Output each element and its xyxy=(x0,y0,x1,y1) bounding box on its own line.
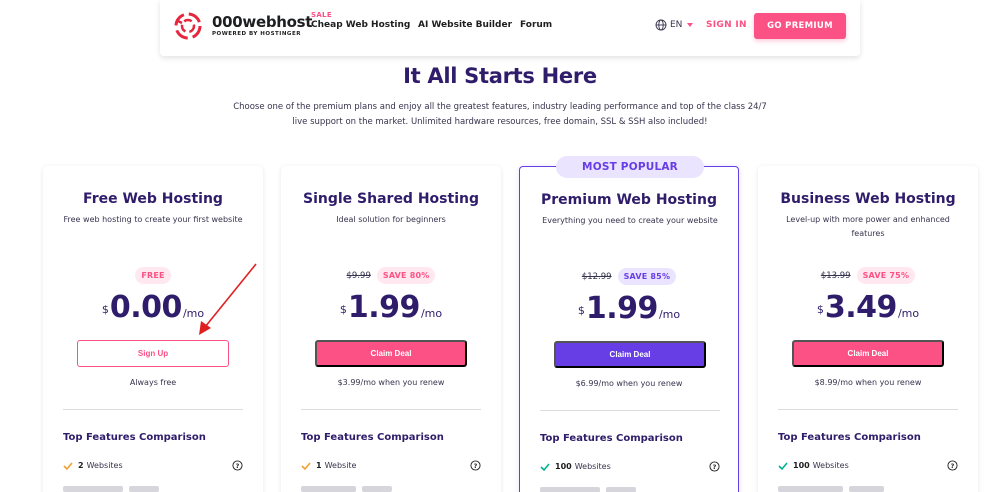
feature-count: 100 xyxy=(555,462,572,471)
price-period: /mo xyxy=(420,307,443,320)
plan-title: Business Web Hosting xyxy=(780,191,956,207)
renew-note: $6.99/mo when you renew xyxy=(575,379,683,388)
feature-websites: 2 Websites ? xyxy=(63,460,243,471)
price-amount: 3.49 xyxy=(824,290,898,325)
feature-websites: 100 Websites ? xyxy=(540,461,720,472)
svg-text:?: ? xyxy=(236,462,240,470)
feature-label: Website xyxy=(324,461,357,470)
logo-name: 000webhost xyxy=(212,12,313,31)
divider xyxy=(778,409,958,410)
help-circle-icon[interactable]: ? xyxy=(470,460,481,471)
divider xyxy=(301,409,481,410)
nav-cheap-web-hosting[interactable]: Cheap Web Hosting xyxy=(311,20,410,30)
feature-count: 100 xyxy=(793,461,810,470)
svg-text:?: ? xyxy=(713,463,717,471)
most-popular-badge: MOST POPULAR xyxy=(556,156,704,178)
svg-text:?: ? xyxy=(951,462,955,470)
old-price: $12.99 xyxy=(581,271,612,282)
claim-deal-button[interactable]: Claim Deal xyxy=(315,340,467,367)
feature-row-cutoff xyxy=(778,486,898,492)
feature-websites: 100 Websites ? xyxy=(778,460,958,471)
old-price: $13.99 xyxy=(820,270,851,281)
sale-tag: SALE xyxy=(311,11,332,19)
check-icon xyxy=(540,462,550,471)
plan-card-premium: MOST POPULAR Premium Web Hosting Everyth… xyxy=(519,156,739,492)
plan-price: $ 1.99 /mo xyxy=(520,293,738,325)
feature-label: Websites xyxy=(812,461,849,470)
help-circle-icon[interactable]: ? xyxy=(947,460,958,471)
plan-card-free: Free Web Hosting Free web hosting to cre… xyxy=(43,166,263,492)
feature-websites: 1 Website ? xyxy=(301,460,481,471)
nav-ai-website-builder[interactable]: AI Website Builder xyxy=(418,20,512,30)
plan-subtitle: Everything you need to create your websi… xyxy=(542,216,718,225)
help-circle-icon[interactable]: ? xyxy=(232,460,243,471)
renew-note: $3.99/mo when you renew xyxy=(337,378,445,387)
sign-in-link[interactable]: SIGN IN xyxy=(706,20,747,30)
plan-card-single: Single Shared Hosting Ideal solution for… xyxy=(281,166,501,492)
plan-subtitle: Level-up with more power and enhanced fe… xyxy=(786,215,950,238)
price-period: /mo xyxy=(658,308,681,321)
price-amount: 1.99 xyxy=(347,290,421,325)
divider xyxy=(540,410,720,411)
logo-subtitle: POWERED BY HOSTINGER xyxy=(212,30,301,37)
caret-down-icon xyxy=(687,23,694,27)
check-icon xyxy=(301,461,311,470)
feature-row-cutoff xyxy=(540,487,660,492)
price-amount: 0.00 xyxy=(109,290,183,325)
features-title: Top Features Comparison xyxy=(778,432,921,443)
feature-count: 1 xyxy=(316,461,322,470)
check-icon xyxy=(778,461,788,470)
currency: $ xyxy=(816,303,824,316)
plan-price: $ 3.49 /mo xyxy=(758,292,978,324)
feature-label: Websites xyxy=(574,462,611,471)
hero-description: Choose one of the premium plans and enjo… xyxy=(233,102,767,127)
logo[interactable]: 000webhost POWERED BY HOSTINGER xyxy=(172,10,312,42)
nav-forum[interactable]: Forum xyxy=(520,20,552,30)
help-circle-icon[interactable]: ? xyxy=(709,461,720,472)
plan-price: $ 1.99 /mo xyxy=(281,292,501,324)
currency: $ xyxy=(101,303,109,316)
check-icon xyxy=(63,461,73,470)
page-title: It All Starts Here xyxy=(403,64,597,88)
plan-subtitle: Free web hosting to create your first we… xyxy=(63,215,243,224)
feature-row-cutoff xyxy=(63,486,183,492)
free-badge: FREE xyxy=(135,267,171,284)
currency: $ xyxy=(339,303,347,316)
divider xyxy=(63,409,243,410)
claim-deal-button[interactable]: Claim Deal xyxy=(792,340,944,367)
sign-up-button[interactable]: Sign Up xyxy=(77,340,229,367)
plan-title: Premium Web Hosting xyxy=(541,192,717,208)
plan-title: Free Web Hosting xyxy=(83,191,223,207)
features-title: Top Features Comparison xyxy=(63,432,206,443)
plan-subtitle: Ideal solution for beginners xyxy=(336,215,446,224)
save-badge: SAVE 75% xyxy=(856,267,916,284)
price-amount: 1.99 xyxy=(585,291,659,326)
top-navigation: 000webhost POWERED BY HOSTINGER SALE Che… xyxy=(160,0,860,56)
feature-count: 2 xyxy=(78,461,84,470)
globe-icon xyxy=(655,19,667,31)
features-title: Top Features Comparison xyxy=(540,433,683,444)
price-period: /mo xyxy=(182,307,205,320)
renew-note: Always free xyxy=(129,378,177,387)
language-label: EN xyxy=(670,20,683,30)
plan-price: $ 0.00 /mo xyxy=(43,292,263,324)
svg-text:?: ? xyxy=(474,462,478,470)
save-badge: SAVE 80% xyxy=(376,267,436,284)
claim-deal-button[interactable]: Claim Deal xyxy=(554,341,706,368)
currency: $ xyxy=(577,304,585,317)
features-title: Top Features Comparison xyxy=(301,432,444,443)
old-price: $9.99 xyxy=(346,270,371,281)
logo-swirl-icon xyxy=(174,12,202,40)
plan-title: Single Shared Hosting xyxy=(303,191,479,207)
go-premium-button[interactable]: GO PREMIUM xyxy=(754,13,846,39)
language-selector[interactable]: EN xyxy=(655,19,694,31)
renew-note: $8.99/mo when you renew xyxy=(814,378,922,387)
feature-row-cutoff xyxy=(301,486,421,492)
price-period: /mo xyxy=(897,307,920,320)
feature-label: Websites xyxy=(86,461,123,470)
plan-card-business: Business Web Hosting Level-up with more … xyxy=(758,166,978,492)
save-badge: SAVE 85% xyxy=(617,268,677,285)
